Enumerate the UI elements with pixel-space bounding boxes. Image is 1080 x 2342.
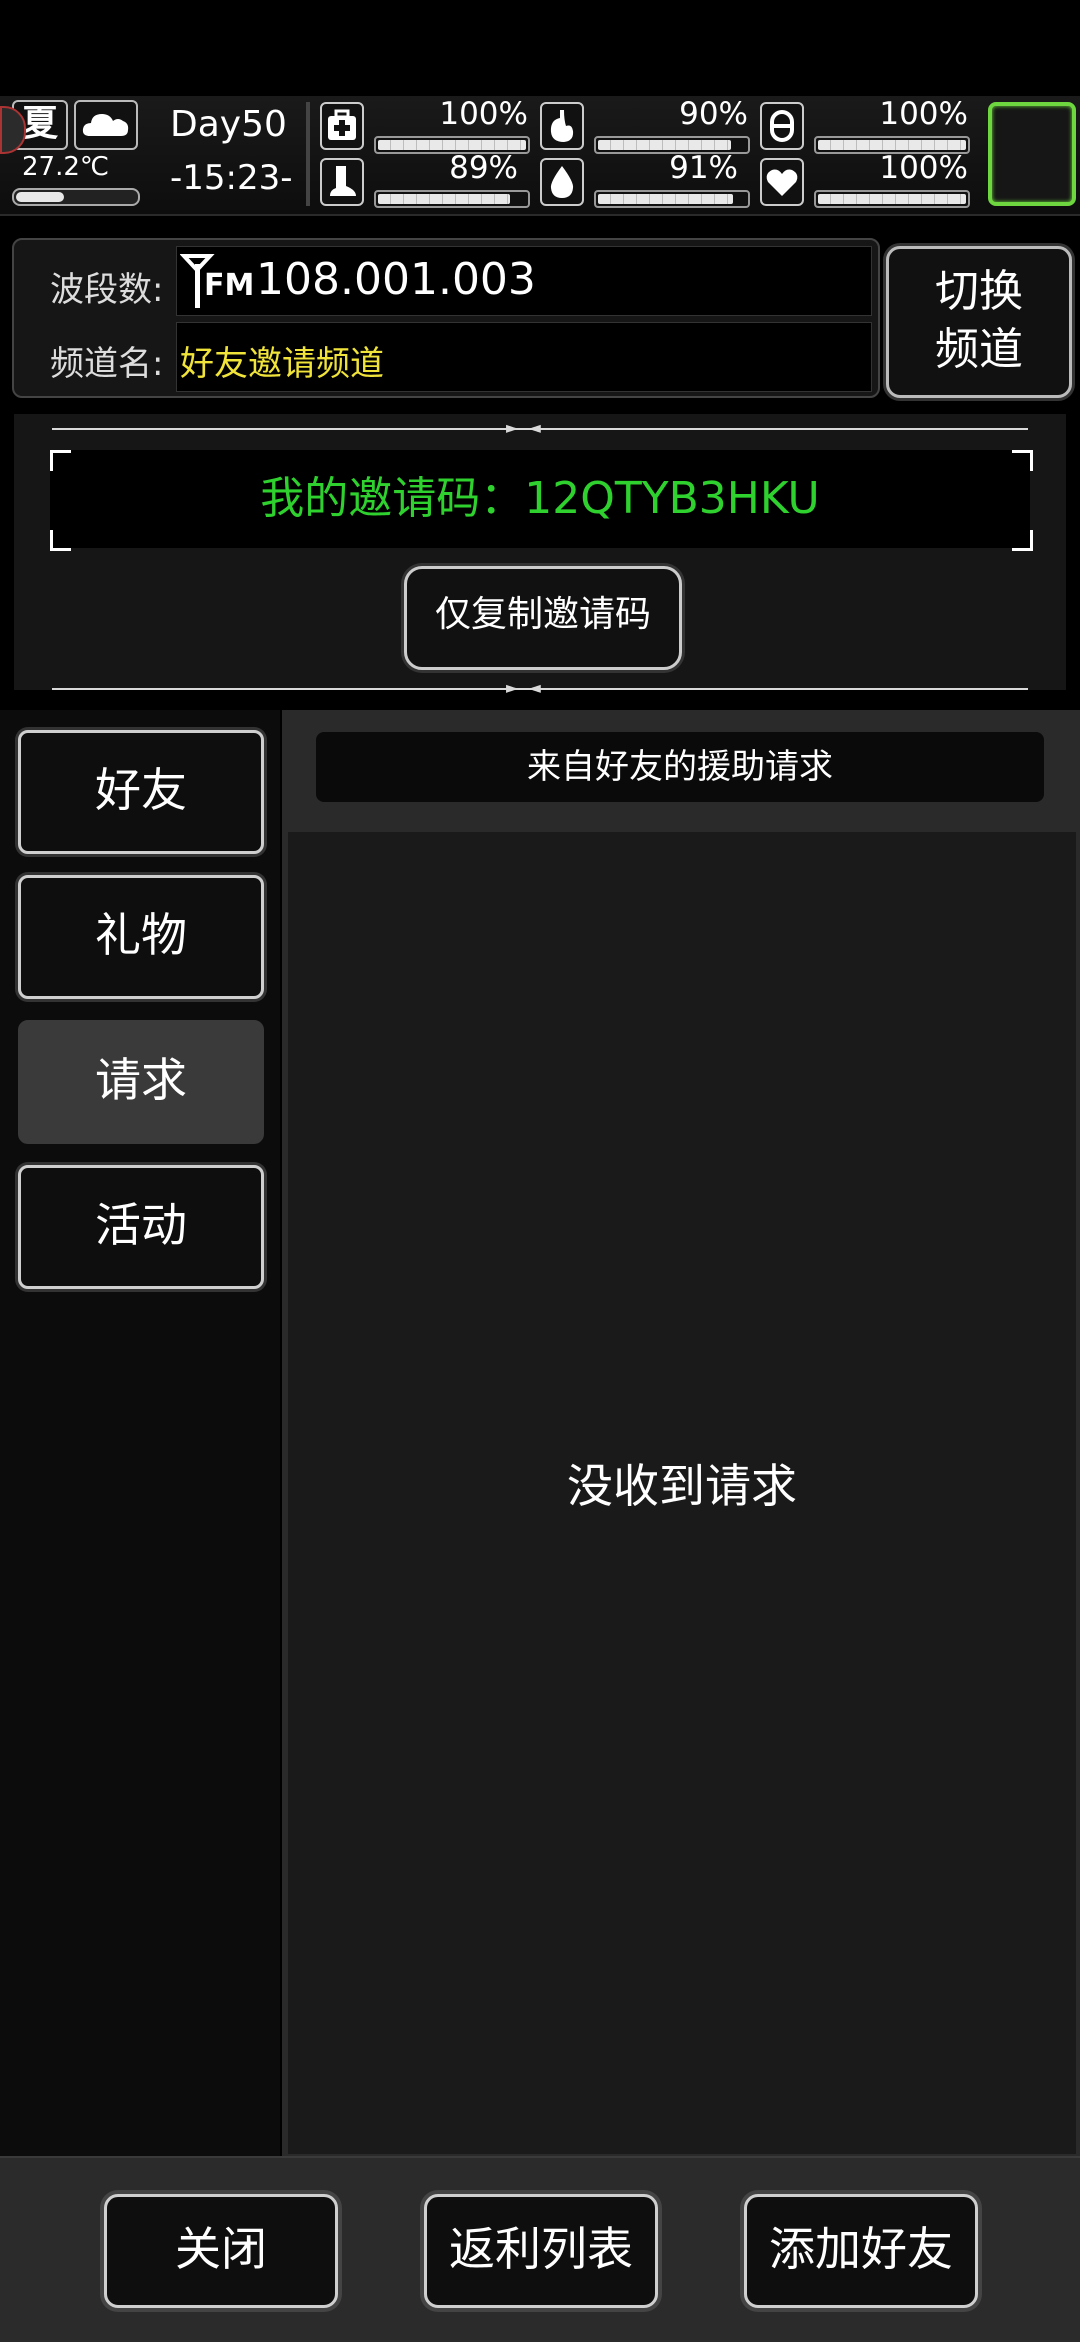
add-friend-button[interactable]: 添加好友 [744, 2194, 978, 2308]
divider-arrows-bottom: ► ◄ [506, 678, 541, 697]
foot-icon [320, 158, 364, 206]
frequency-value: 108.001.003 [256, 254, 536, 305]
thermometer-bar [12, 188, 140, 206]
temperature-text: 27.2℃ [22, 152, 110, 182]
pill-icon [760, 102, 804, 150]
cloud-icon [74, 100, 138, 150]
stat-fill-2 [818, 140, 966, 150]
avatar[interactable] [988, 102, 1076, 206]
stat-bar-stamina [374, 190, 530, 208]
water-drop-icon [540, 158, 584, 206]
empty-state-message: 没收到请求 [567, 1459, 797, 1513]
stat-bar-mood [814, 190, 970, 208]
tab-gifts[interactable]: 礼物 [18, 875, 264, 999]
stat-bar-thirst [594, 190, 750, 208]
divider-arrows-top: ► ◄ [506, 418, 541, 437]
switch-channel-line2: 频道 [935, 324, 1023, 375]
invite-code-text: 我的邀请码：12QTYB3HKU [260, 473, 820, 524]
channel-name-label: 频道名: [50, 344, 164, 384]
channel-name-value: 好友邀请频道 [180, 344, 384, 384]
stat-value-hunger: 90% [679, 96, 748, 132]
stat-fill-5 [818, 194, 966, 204]
fm-label: FM [204, 268, 255, 303]
stat-fill-3 [378, 194, 510, 204]
stat-value-medicine: 100% [879, 96, 968, 132]
switch-channel-button[interactable]: 切换 频道 [886, 246, 1072, 398]
thermometer-fill [16, 192, 64, 202]
stat-fill-4 [598, 194, 733, 204]
copy-invite-code-button[interactable]: 仅复制邀请码 [404, 566, 682, 670]
status-hud: 夏 27.2℃ Day50 -15:23- 100% 90% 100% 89% … [0, 96, 1080, 216]
stomach-icon [540, 102, 584, 150]
stat-value-thirst: 91% [669, 150, 738, 186]
stat-fill-1 [598, 140, 731, 150]
heart-icon [760, 158, 804, 206]
tab-events[interactable]: 活动 [18, 1165, 264, 1289]
day-counter: Day50 [170, 104, 287, 145]
tab-requests[interactable]: 请求 [18, 1020, 264, 1144]
tab-friends[interactable]: 好友 [18, 730, 264, 854]
content-header: 来自好友的援助请求 [316, 732, 1044, 802]
switch-channel-line1: 切换 [935, 266, 1023, 317]
band-label: 波段数: [50, 270, 164, 310]
stat-value-health: 100% [439, 96, 528, 132]
rebate-list-button[interactable]: 返利列表 [424, 2194, 658, 2308]
clock-text: -15:23- [170, 158, 293, 198]
stat-value-stamina: 89% [449, 150, 518, 186]
medkit-icon [320, 102, 364, 150]
stat-value-mood: 100% [879, 150, 968, 186]
close-button[interactable]: 关闭 [104, 2194, 338, 2308]
stat-fill-0 [378, 140, 526, 150]
hud-divider [306, 102, 310, 206]
